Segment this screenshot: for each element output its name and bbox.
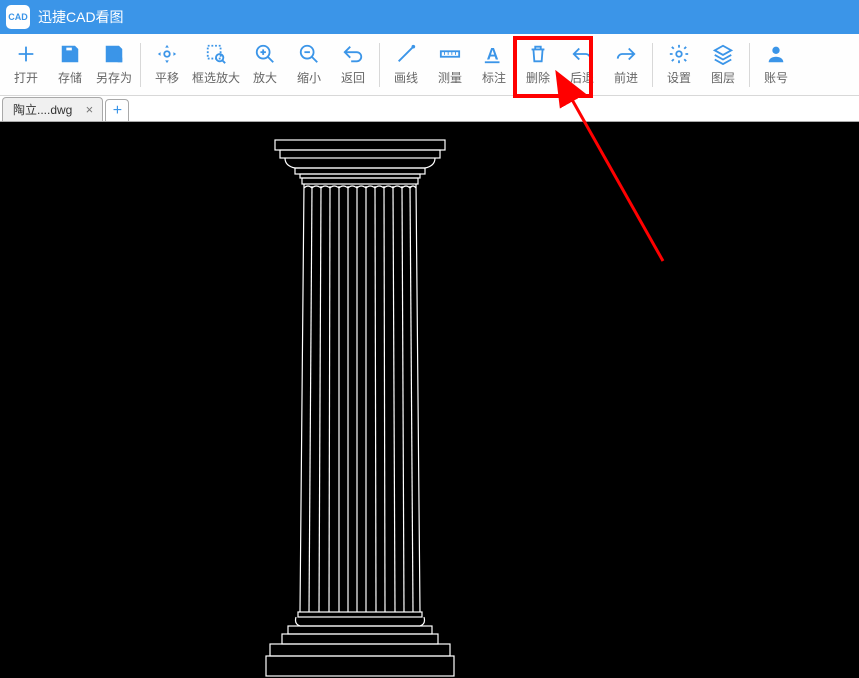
save-icon: [59, 43, 81, 65]
undo-button[interactable]: 后退: [560, 36, 604, 94]
tab-add-button[interactable]: +: [105, 99, 129, 121]
measure-icon: [439, 43, 461, 65]
undo-icon: [571, 43, 593, 65]
toolbar-group: 账号: [754, 34, 798, 95]
svg-text:A: A: [487, 46, 499, 64]
account-button[interactable]: 账号: [754, 36, 798, 94]
app-title: 迅捷CAD看图: [38, 7, 124, 27]
annotate-icon: A: [483, 43, 505, 65]
undo-label: 后退: [570, 69, 594, 86]
saveas-label: 另存为: [96, 69, 132, 86]
delete-button[interactable]: 删除: [516, 36, 560, 94]
delete-icon: [527, 43, 549, 65]
zoom-in-label: 放大: [253, 69, 277, 86]
titlebar: CAD 迅捷CAD看图: [0, 0, 859, 34]
toolbar-group: 平移框选放大放大 缩小 返回: [145, 34, 375, 95]
zoom-window-label: 框选放大: [192, 69, 240, 86]
app-icon: CAD: [6, 5, 30, 29]
tab-label: 陶立....dwg: [13, 101, 72, 118]
open-button[interactable]: 打开: [4, 36, 48, 94]
pan-button[interactable]: 平移: [145, 36, 189, 94]
toolbar-separator: [379, 43, 380, 87]
layers-label: 图层: [711, 69, 735, 86]
line-icon: [395, 43, 417, 65]
toolbar-separator: [140, 43, 141, 87]
zoom-window-icon: [205, 43, 227, 65]
return-label: 返回: [341, 69, 365, 86]
zoom-window-button[interactable]: 框选放大: [189, 36, 243, 94]
gear-icon: [668, 43, 690, 65]
saveas-icon: [103, 43, 125, 65]
return-icon: [342, 43, 364, 65]
plus-icon: [15, 43, 37, 65]
toolbar-separator: [749, 43, 750, 87]
settings-label: 设置: [667, 69, 691, 86]
toolbar-separator: [652, 43, 653, 87]
tabbar: 陶立....dwg × +: [0, 96, 859, 122]
measure-label: 测量: [438, 69, 462, 86]
tab-close-icon[interactable]: ×: [82, 103, 96, 117]
save-button[interactable]: 存储: [48, 36, 92, 94]
toolbar-group: 设置 图层: [657, 34, 745, 95]
annotate-button[interactable]: A 标注: [472, 36, 516, 94]
toolbar-group: 画线 测量 A 标注 删除 后退 前进: [384, 34, 648, 95]
open-label: 打开: [14, 69, 38, 86]
annotate-label: 标注: [482, 69, 506, 86]
return-button[interactable]: 返回: [331, 36, 375, 94]
saveas-button[interactable]: 另存为: [92, 36, 136, 94]
toolbar: 打开 存储另存为 平移框选放大放大 缩小 返回 画线 测量 A 标注 删除 后退 前进 设置 图层 账号: [0, 34, 859, 96]
user-icon: [765, 43, 787, 65]
zoom-out-button[interactable]: 缩小: [287, 36, 331, 94]
line-label: 画线: [394, 69, 418, 86]
redo-button[interactable]: 前进: [604, 36, 648, 94]
account-label: 账号: [764, 69, 788, 86]
pan-label: 平移: [155, 69, 179, 86]
pan-icon: [156, 43, 178, 65]
drawing-canvas[interactable]: [0, 122, 859, 678]
file-tab[interactable]: 陶立....dwg ×: [2, 97, 103, 121]
settings-button[interactable]: 设置: [657, 36, 701, 94]
zoom-in-icon: [254, 43, 276, 65]
toolbar-group: 打开 存储另存为: [4, 34, 136, 95]
measure-button[interactable]: 测量: [428, 36, 472, 94]
redo-label: 前进: [614, 69, 638, 86]
redo-icon: [615, 43, 637, 65]
layers-icon: [712, 43, 734, 65]
zoom-out-label: 缩小: [297, 69, 321, 86]
zoom-out-icon: [298, 43, 320, 65]
cad-drawing: [0, 122, 859, 678]
save-label: 存储: [58, 69, 82, 86]
zoom-in-button[interactable]: 放大: [243, 36, 287, 94]
line-button[interactable]: 画线: [384, 36, 428, 94]
layers-button[interactable]: 图层: [701, 36, 745, 94]
delete-label: 删除: [526, 69, 550, 86]
